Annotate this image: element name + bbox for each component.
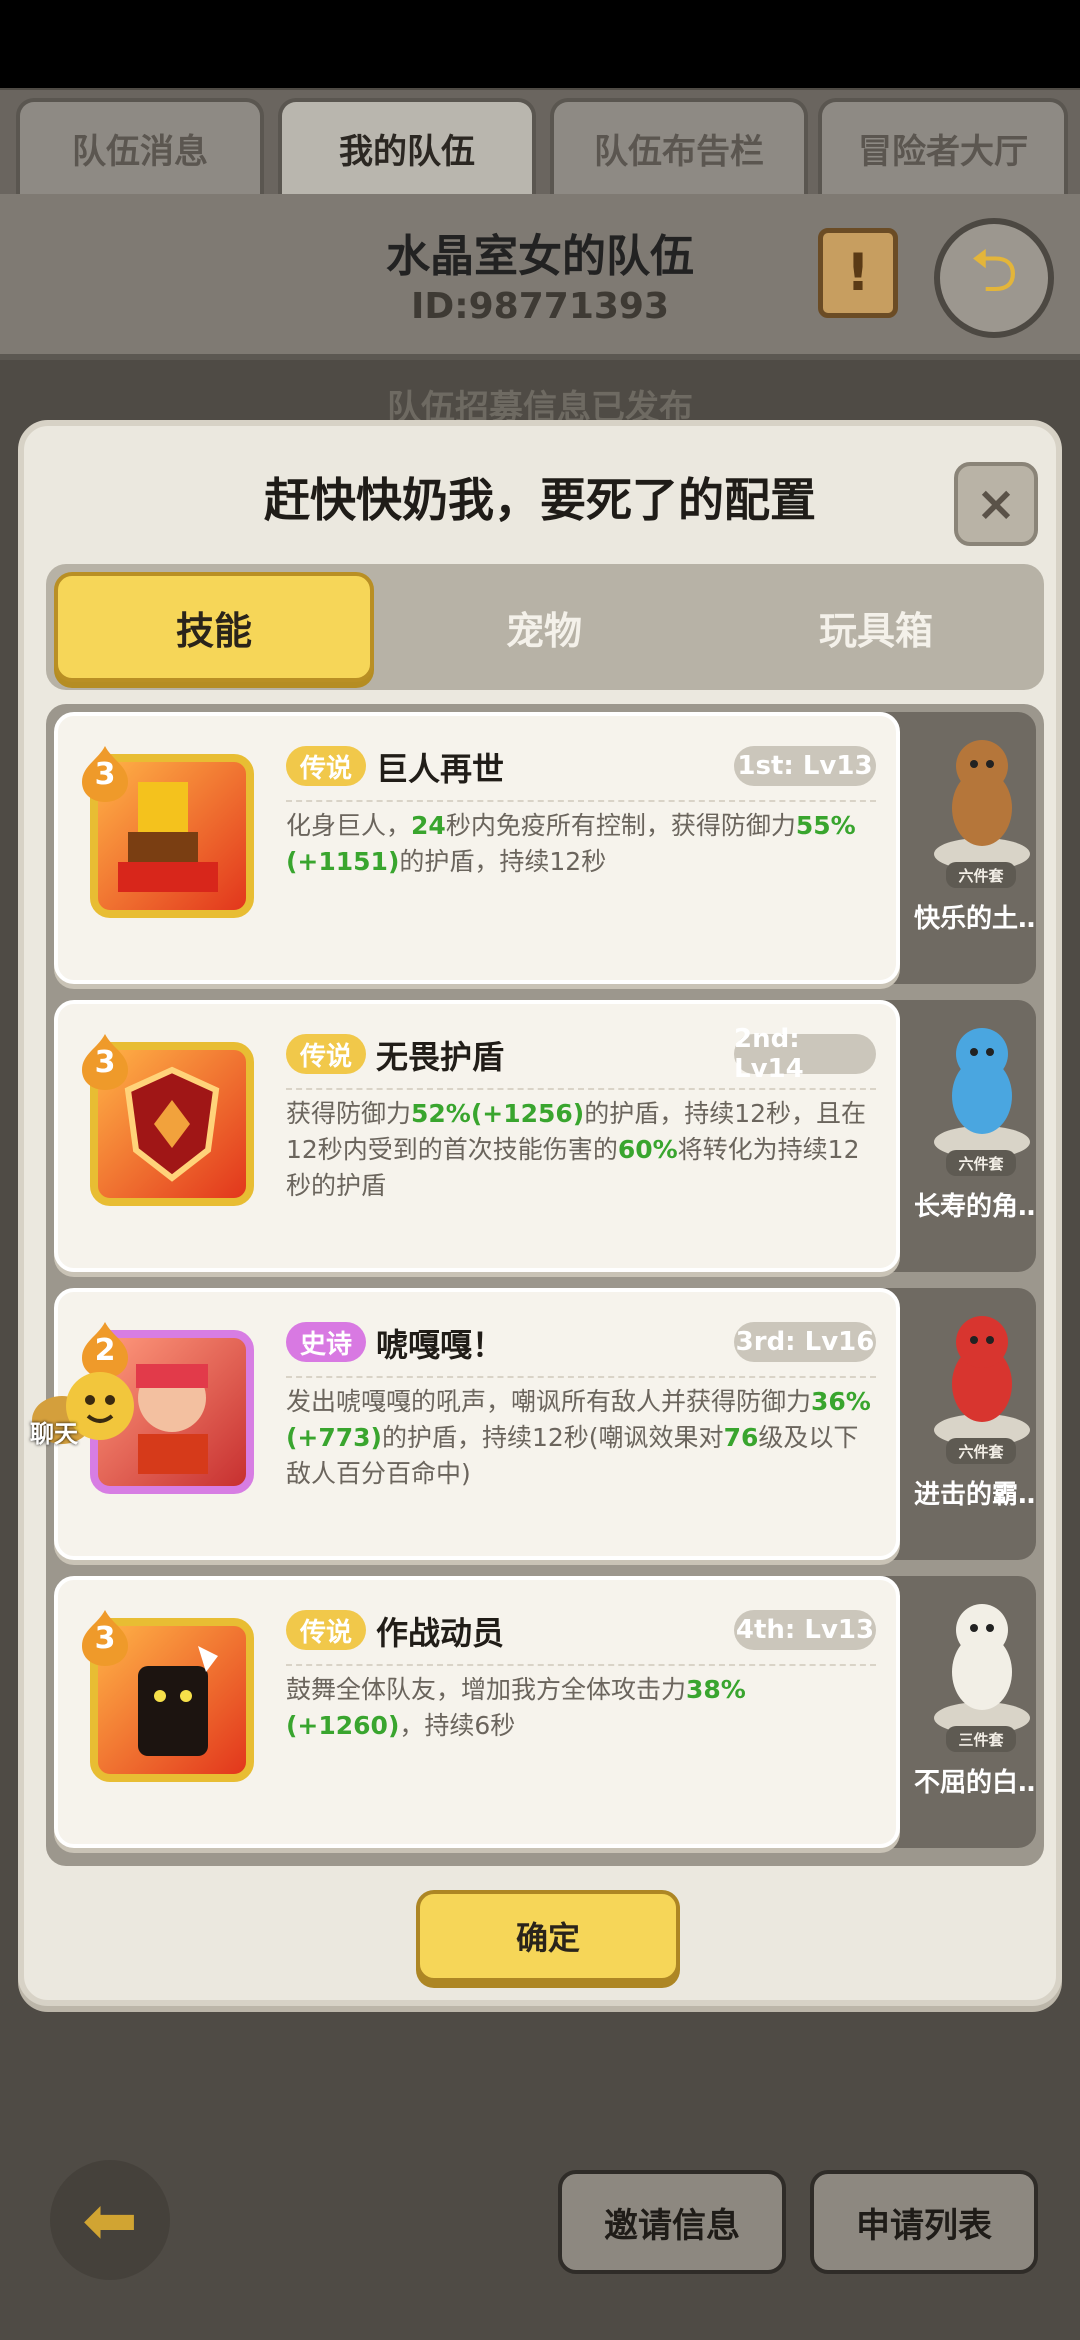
invite-info-button[interactable]: 邀请信息 xyxy=(558,2170,786,2274)
pet-name: 进击的霸… xyxy=(914,1480,1036,1510)
leave-team-icon[interactable]: ⮌ xyxy=(934,218,1054,338)
rarity-badge: 传说 xyxy=(286,1610,367,1650)
divider xyxy=(286,800,876,802)
team-id: ID:98771393 xyxy=(410,286,670,327)
skill-level-badge: 3 xyxy=(82,1610,128,1666)
rarity-badge: 传说 xyxy=(286,746,367,786)
tab-toybox[interactable]: 玩具箱 xyxy=(716,572,1036,682)
desc-text: ，持续6秒 xyxy=(399,1711,516,1740)
skill-description: 获得防御力52%(+1256)的护盾，持续12秒，且在12秒内受到的首次技能伤害… xyxy=(286,1096,878,1204)
skill-description: 化身巨人，24秒内免疫所有控制，获得防御力55%(+1151)的护盾，持续12秒 xyxy=(286,808,878,880)
skill-description: 鼓舞全体队友，增加我方全体攻击力38%(+1260)，持续6秒 xyxy=(286,1672,878,1744)
skill-card[interactable]: 2 史诗 唬嘎嘎！ 3rd: Lv16 发出唬嘎嘎的吼声，嘲讽所有敌人并获得防御… xyxy=(54,1288,900,1560)
status-bar xyxy=(0,0,1080,88)
desc-text: 获得防御力 xyxy=(286,1099,412,1128)
skill-row[interactable]: 六件套 进击的霸… 2 史诗 唬嘎嘎！ 3rd: Lv16 发出唬嘎嘎的吼声，嘲… xyxy=(54,1288,1036,1566)
pet-name: 长寿的角… xyxy=(914,1192,1036,1222)
skill-description: 发出唬嘎嘎的吼声，嘲讽所有敌人并获得防御力36%(+773)的护盾，持续12秒(… xyxy=(286,1384,878,1492)
skill-level-badge: 3 xyxy=(82,746,128,802)
pet-set-badge: 六件套 xyxy=(946,1150,1016,1176)
close-button[interactable]: × xyxy=(954,462,1038,546)
highlight-value: 52%(+1256) xyxy=(411,1099,585,1128)
notice-scroll-icon[interactable]: ! xyxy=(818,228,898,318)
desc-text: 发出唬嘎嘎的吼声，嘲讽所有敌人并获得防御力 xyxy=(286,1387,812,1416)
confirm-button[interactable]: 确定 xyxy=(416,1890,680,1982)
skill-row[interactable]: 六件套 快乐的土… 3 传说 巨人再世 1st: Lv13 化身巨人，24秒内免… xyxy=(54,712,1036,990)
pet-figure-icon xyxy=(934,1316,1030,1446)
skill-slot-badge: 2nd: Lv14 xyxy=(734,1024,876,1084)
pet-figure-icon xyxy=(934,1604,1030,1734)
highlight-value: 60% xyxy=(617,1135,678,1164)
tab-pets[interactable]: 宠物 xyxy=(384,572,704,682)
chat-label: 聊天 xyxy=(30,1420,78,1448)
skill-name: 巨人再世 xyxy=(376,750,505,788)
pet-figure-icon xyxy=(934,1028,1030,1158)
skill-slot-badge: 1st: Lv13 xyxy=(734,746,876,786)
desc-text: 化身巨人， xyxy=(286,811,412,840)
skill-card[interactable]: 3 传说 作战动员 4th: Lv13 鼓舞全体队友，增加我方全体攻击力38%(… xyxy=(54,1576,900,1848)
tab-adventurer-hall[interactable]: 冒险者大厅 xyxy=(818,98,1068,194)
apply-list-button[interactable]: 申请列表 xyxy=(810,2170,1038,2274)
pet-figure-icon xyxy=(934,740,1030,870)
desc-text: 的护盾，持续12秒(嘲讽效果对 xyxy=(381,1423,724,1452)
skill-card[interactable]: 3 传说 巨人再世 1st: Lv13 化身巨人，24秒内免疫所有控制，获得防御… xyxy=(54,712,900,984)
skill-card[interactable]: 3 传说 无畏护盾 2nd: Lv14 获得防御力52%(+1256)的护盾，持… xyxy=(54,1000,900,1272)
rarity-badge: 传说 xyxy=(286,1034,367,1074)
divider xyxy=(286,1376,876,1378)
skill-row[interactable]: 三件套 不屈的白… 3 传说 作战动员 4th: Lv13 鼓舞全体队友，增加我… xyxy=(54,1576,1036,1854)
desc-text: 的护盾，持续12秒 xyxy=(399,847,607,876)
divider xyxy=(286,1664,876,1666)
highlight-value: 76 xyxy=(723,1423,759,1452)
tab-skills[interactable]: 技能 xyxy=(54,572,374,682)
skill-name: 作战动员 xyxy=(376,1614,505,1652)
desc-text: 鼓舞全体队友，增加我方全体攻击力 xyxy=(286,1675,687,1704)
skill-slot-badge: 3rd: Lv16 xyxy=(734,1322,876,1362)
highlight-value: 24 xyxy=(411,811,446,840)
skill-name: 唬嘎嘎！ xyxy=(376,1326,505,1364)
pet-set-badge: 三件套 xyxy=(946,1726,1016,1752)
pet-set-badge: 六件套 xyxy=(946,862,1016,888)
pet-name: 不屈的白… xyxy=(914,1768,1036,1798)
rarity-badge: 史诗 xyxy=(286,1322,367,1362)
divider xyxy=(286,1088,876,1090)
category-tabs: 技能 宠物 玩具箱 xyxy=(46,564,1044,690)
skill-slot-badge: 4th: Lv13 xyxy=(734,1610,876,1650)
tab-team-board[interactable]: 队伍布告栏 xyxy=(550,98,808,194)
pet-set-badge: 六件套 xyxy=(946,1438,1016,1464)
pet-name: 快乐的土… xyxy=(914,904,1036,934)
skill-list: 六件套 快乐的土… 3 传说 巨人再世 1st: Lv13 化身巨人，24秒内免… xyxy=(46,704,1044,1866)
desc-text: 秒内免疫所有控制，获得防御力 xyxy=(445,811,796,840)
tab-my-team[interactable]: 我的队伍 xyxy=(278,98,536,194)
back-arrow-icon[interactable]: ⬅ xyxy=(50,2160,170,2280)
skill-row[interactable]: 六件套 长寿的角… 3 传说 无畏护盾 2nd: Lv14 获得防御力52%(+… xyxy=(54,1000,1036,1278)
loadout-modal: 赶快快奶我，要死了的配置 × 技能 宠物 玩具箱 六件套 快乐的土… 3 传说 … xyxy=(18,420,1062,2006)
team-header: 水晶室女的队伍 ID:98771393 ! ⮌ xyxy=(0,194,1080,360)
modal-title: 赶快快奶我，要死了的配置 xyxy=(264,473,816,527)
top-tab-bar: 队伍消息 我的队伍 队伍布告栏 冒险者大厅 xyxy=(0,90,1080,194)
skill-level-badge: 3 xyxy=(82,1034,128,1090)
skill-name: 无畏护盾 xyxy=(376,1038,505,1076)
team-name: 水晶室女的队伍 xyxy=(386,231,694,282)
tab-team-messages[interactable]: 队伍消息 xyxy=(16,98,264,194)
